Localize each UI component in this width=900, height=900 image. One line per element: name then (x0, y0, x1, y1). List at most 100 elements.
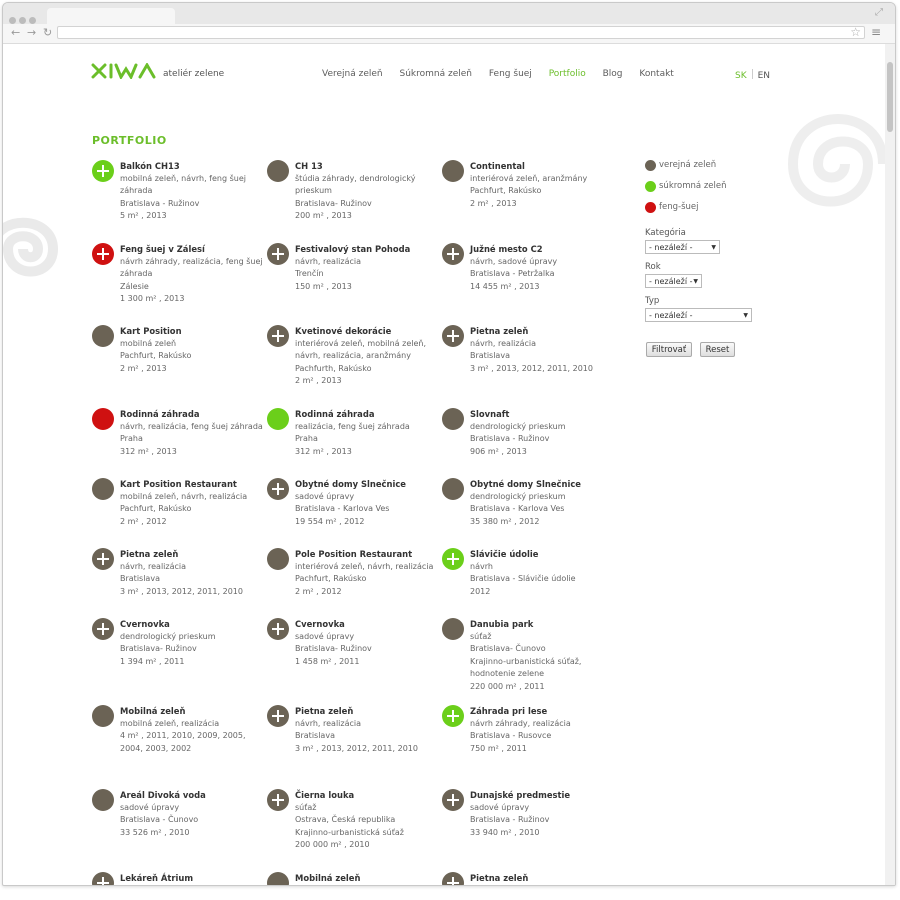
nav-blog[interactable]: Blog (603, 69, 623, 79)
portfolio-item-title[interactable]: Pietna zeleň (470, 872, 620, 885)
expand-plus-icon[interactable] (92, 160, 114, 182)
portfolio-item-title[interactable]: Mobilná zeleň (295, 872, 445, 885)
portfolio-item-title[interactable]: Záhrada pri lese (470, 705, 620, 718)
portfolio-item-description: návrh záhrady, realizácia, feng šuej záh… (120, 256, 263, 279)
portfolio-item-description: realizácia, feng šuej záhrada (295, 421, 410, 431)
reload-icon[interactable]: ↻ (43, 26, 52, 40)
portfolio-item-title[interactable]: Areál Divoká voda (120, 789, 270, 802)
portfolio-item-text: Rodinná záhrada realizácia, feng šuej záh… (295, 408, 445, 458)
portfolio-item-title[interactable]: Mobilná zeleň (120, 705, 270, 718)
portfolio-item-meta: 33 526 m² , 2010 (120, 827, 190, 837)
expand-plus-icon[interactable] (267, 705, 289, 727)
portfolio-item-title[interactable]: Danubia park (470, 618, 620, 631)
portfolio-item-title[interactable]: Pietna zeleň (470, 325, 620, 338)
reset-button[interactable]: Reset (700, 342, 735, 357)
expand-plus-icon[interactable] (442, 243, 464, 265)
portfolio-item-title[interactable]: Rodinná záhrada (120, 408, 270, 421)
nav-verejna-zelen[interactable]: Verejná zeleň (322, 69, 383, 79)
portfolio-item-title[interactable]: Južné mesto C2 (470, 243, 620, 256)
expand-plus-icon[interactable] (442, 325, 464, 347)
portfolio-item-title[interactable]: Kart Position (120, 325, 270, 338)
portfolio-item-text: Cvernovka dendrologický prieskum Bratislav… (120, 618, 270, 668)
portfolio-item-place: Praha (120, 434, 143, 443)
nav-feng-suej[interactable]: Feng šuej (489, 69, 532, 79)
browser-tab[interactable] (47, 8, 175, 24)
portfolio-item-place: Bratislava - Ružinov (470, 434, 550, 443)
portfolio-item-title[interactable]: Čierna louka (295, 789, 445, 802)
portfolio-item-title[interactable]: Pietna zeleň (120, 548, 270, 561)
portfolio-item-title[interactable]: Continental (470, 160, 620, 173)
portfolio-item-title[interactable]: Balkón CH13 (120, 160, 270, 173)
category-dot-icon (442, 478, 464, 500)
portfolio-item-place: Ostrava, Česká republika (295, 815, 396, 824)
fullscreen-icon[interactable]: ⤢ (875, 7, 883, 18)
dropdown-arrow-icon: ▼ (743, 312, 748, 319)
expand-plus-icon[interactable] (267, 618, 289, 640)
category-select[interactable]: - nezáleží - ▼ (645, 240, 720, 254)
lang-sk[interactable]: SK (735, 71, 747, 81)
portfolio-item-title[interactable]: Obytné domy Slnečnice (470, 478, 620, 491)
portfolio-item-title[interactable]: Kart Position Restaurant (120, 478, 270, 491)
portfolio-item-title[interactable]: Kvetinové dekorácie (295, 325, 445, 338)
portfolio-item-text: Mobilná zeleň (295, 872, 445, 885)
portfolio-item-text: Kvetinové dekorácie interiérová zeleň, mo… (295, 325, 445, 388)
portfolio-item-place: Pachfurt, Rakúsko (120, 504, 192, 513)
portfolio-item-title[interactable]: Lekáreň Átrium (120, 872, 270, 885)
portfolio-item-description: sadové úpravy (295, 491, 355, 501)
expand-plus-icon[interactable] (92, 872, 114, 885)
year-select[interactable]: - nezáleží - ▼ (645, 274, 702, 288)
xiwa-logo[interactable] (91, 63, 157, 79)
portfolio-item-title[interactable]: Feng šuej v Zálesí (120, 243, 270, 256)
portfolio-item-meta: 2 m² , 2013 (295, 376, 342, 385)
portfolio-item-text: Záhrada pri lese návrh záhrady, realizáci… (470, 705, 620, 755)
portfolio-item-title[interactable]: Rodinná záhrada (295, 408, 445, 421)
portfolio-item-title[interactable]: Cvernovka (295, 618, 445, 631)
swirl-decoration-right-icon (787, 114, 888, 207)
portfolio-item-place: Praha (295, 434, 318, 443)
expand-plus-icon[interactable] (267, 243, 289, 265)
expand-plus-icon[interactable] (267, 478, 289, 500)
portfolio-item-meta: 1 300 m² , 2013 (120, 294, 185, 303)
expand-plus-icon[interactable] (267, 325, 289, 347)
portfolio-item-title[interactable]: Pietna zeleň (295, 705, 445, 718)
portfolio-item-meta: 2012 (470, 586, 491, 596)
close-window-dot[interactable] (9, 17, 16, 24)
expand-plus-icon[interactable] (92, 243, 114, 265)
portfolio-item-title[interactable]: Obytné domy Slnečnice (295, 478, 445, 491)
portfolio-item-title[interactable]: Slovnaft (470, 408, 620, 421)
portfolio-item-title[interactable]: CH 13 (295, 160, 445, 173)
expand-plus-icon[interactable] (267, 789, 289, 811)
browser-menu-icon[interactable]: ≡ (871, 25, 881, 39)
portfolio-item-title[interactable]: Pole Position Restaurant (295, 548, 445, 561)
forward-icon[interactable]: → (27, 26, 36, 40)
lang-en[interactable]: EN (758, 71, 770, 81)
portfolio-item-title[interactable]: Dunajské predmestie (470, 789, 620, 802)
portfolio-item-description: mobilná zeleň, realizácia (120, 718, 220, 728)
maximize-window-dot[interactable] (29, 17, 36, 24)
scrollbar-thumb[interactable] (887, 62, 893, 132)
portfolio-item-title[interactable]: Festivalový stan Pohoda (295, 243, 445, 256)
expand-plus-icon[interactable] (92, 548, 114, 570)
address-bar[interactable] (57, 26, 865, 39)
page-scrollbar[interactable] (885, 44, 895, 885)
legend-label: verejná zeleň (659, 160, 717, 170)
expand-plus-icon[interactable] (442, 705, 464, 727)
expand-plus-icon[interactable] (442, 789, 464, 811)
bookmark-star-icon[interactable]: ☆ (850, 25, 861, 39)
portfolio-item-text: Južné mesto C2 návrh, sadové úpravy Bratis… (470, 243, 620, 293)
expand-plus-icon[interactable] (442, 872, 464, 885)
nav-portfolio[interactable]: Portfolio (549, 69, 586, 79)
category-label: Kategória (645, 228, 686, 238)
portfolio-item-meta: 906 m² , 2013 (470, 446, 527, 456)
expand-plus-icon[interactable] (442, 548, 464, 570)
nav-kontakt[interactable]: Kontakt (639, 69, 673, 79)
minimize-window-dot[interactable] (19, 17, 26, 24)
expand-plus-icon[interactable] (92, 618, 114, 640)
back-icon[interactable]: ← (11, 26, 20, 40)
portfolio-item-title[interactable]: Cvernovka (120, 618, 270, 631)
nav-sukromna-zelen[interactable]: Súkromná zeleň (400, 69, 473, 79)
type-select[interactable]: - nezáleží - ▼ (645, 308, 752, 322)
portfolio-item-title[interactable]: Slávičie údolie (470, 548, 620, 561)
portfolio-item-description: návrh, sadové úpravy (470, 256, 558, 266)
filter-button[interactable]: Filtrovať (646, 342, 692, 357)
